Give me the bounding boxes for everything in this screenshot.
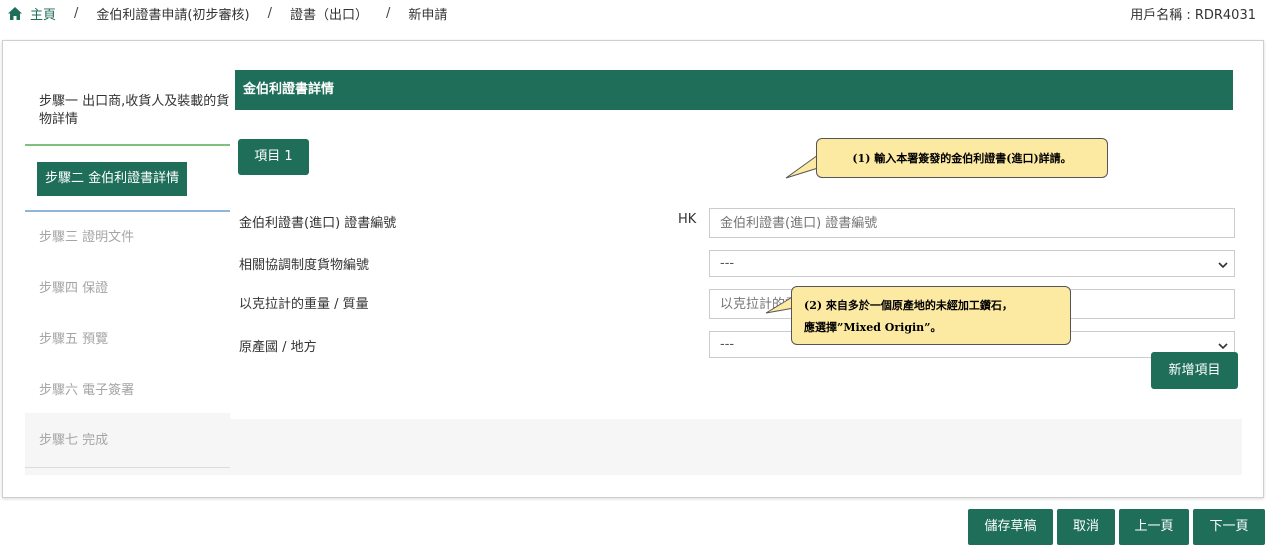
home-icon	[8, 7, 22, 20]
step-7: 步驟七 完成	[25, 413, 230, 468]
breadcrumb-home-label: 主頁	[30, 8, 57, 23]
cert-no-label: 金伯利證書(進口) 證書編號	[239, 216, 397, 231]
cert-no-prefix: HK	[678, 212, 697, 227]
footer-actions: 儲存草稿 取消 上一頁 下一頁	[964, 509, 1265, 545]
hs-code-select[interactable]: ---	[709, 250, 1235, 277]
step-1[interactable]: 步驟一 出口商,收貨人及裝載的貨物詳情	[25, 71, 230, 146]
callout-2: (2) 來自多於一個原產地的未經加工鑽石， 應選擇”Mixed Origin”。	[791, 286, 1071, 345]
item-tab-1[interactable]: 項目 1	[238, 139, 309, 175]
step-5: 步驟五 預覽	[39, 332, 109, 347]
breadcrumb: 主頁 / 金伯利證書申請(初步審核) / 證書（出口） / 新申請	[8, 4, 447, 23]
form-panel: 步驟一 出口商,收貨人及裝載的貨物詳情 步驟二 金伯利證書詳情 步驟三 證明文件…	[2, 40, 1264, 498]
breadcrumb-item-new: 新申請	[408, 8, 448, 23]
callout-2-line-1: (2) 來自多於一個原產地的未經加工鑽石，	[804, 299, 1013, 312]
callout-1: (1) 輸入本署簽發的金伯利證書(進口)詳請。	[816, 138, 1108, 178]
callout-2-line-2: 應選擇”Mixed Origin”。	[804, 321, 942, 334]
chevron-down-icon	[1218, 343, 1228, 350]
step-2-wrapper: 步驟二 金伯利證書詳情	[25, 146, 230, 212]
prev-page-button[interactable]: 上一頁	[1119, 509, 1189, 545]
step-2-active[interactable]: 步驟二 金伯利證書詳情	[37, 162, 188, 196]
weight-label: 以克拉計的重量 / 質量	[239, 297, 369, 312]
next-page-button[interactable]: 下一頁	[1193, 509, 1265, 545]
section-title: 金伯利證書詳情	[235, 70, 1233, 110]
main-content: 金伯利證書詳情 項目 1 金伯利證書(進口) 證書編號 HK 相關協調制度貨物編…	[235, 70, 1238, 389]
breadcrumb-separator: /	[385, 6, 391, 21]
step-nav: 步驟一 出口商,收貨人及裝載的貨物詳情 步驟二 金伯利證書詳情 步驟三 證明文件…	[25, 71, 230, 416]
breadcrumb-separator: /	[74, 6, 79, 21]
hs-code-label: 相關協調制度貨物編號	[239, 258, 370, 273]
breadcrumb-item-certificate[interactable]: 證書（出口）	[290, 4, 368, 23]
step-4: 步驟四 保證	[39, 281, 109, 296]
user-name: 用戶名稱 : RDR4031	[1130, 8, 1256, 23]
step-3: 步驟三 證明文件	[39, 230, 135, 245]
origin-value: ---	[720, 337, 735, 352]
breadcrumb-separator: /	[267, 6, 272, 21]
origin-label: 原產國 / 地方	[239, 340, 317, 355]
cert-no-input[interactable]	[709, 208, 1235, 238]
step-6: 步驟六 電子簽署	[39, 383, 135, 398]
breadcrumb-item-application[interactable]: 金伯利證書申請(初步審核)	[96, 4, 249, 23]
save-draft-button[interactable]: 儲存草稿	[968, 509, 1053, 545]
hs-code-value: ---	[720, 256, 735, 271]
cancel-button[interactable]: 取消	[1057, 509, 1115, 545]
chevron-down-icon	[1218, 262, 1228, 269]
top-bar: 主頁 / 金伯利證書申請(初步審核) / 證書（出口） / 新申請 用戶名稱 :…	[0, 0, 1270, 28]
callout-1-text: (1) 輸入本署簽發的金伯利證書(進口)詳請。	[852, 152, 1072, 165]
add-item-button[interactable]: 新增項目	[1151, 352, 1238, 389]
breadcrumb-home-link[interactable]: 主頁	[8, 4, 56, 23]
callout-1-pointer	[785, 154, 819, 179]
